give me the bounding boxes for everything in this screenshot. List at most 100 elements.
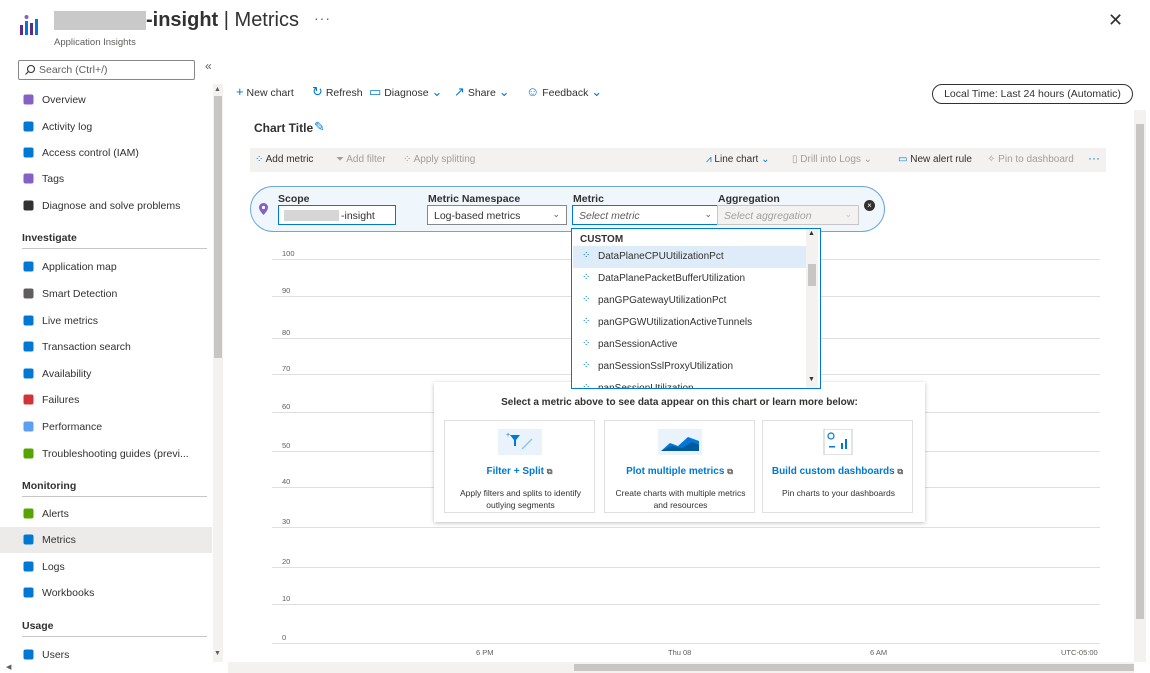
card-title[interactable]: Build custom dashboards ⧉ [763,466,912,477]
page-title: -insight | Metrics [146,9,299,31]
custom-metric-icon: ⁘ [582,360,591,371]
filter-split-card[interactable]: + Filter + Split ⧉ Apply filters and spl… [444,420,595,513]
card-title[interactable]: Plot multiple metrics ⧉ [605,466,754,477]
y-axis-tick-label: 100 [282,249,295,258]
share-label: Share [467,87,496,99]
sidebar-item-users[interactable]: Users [0,642,212,668]
sidebar-item-transaction-search[interactable]: Transaction search [0,334,212,360]
sidebar-item-performance[interactable]: Performance [0,414,212,440]
sidebar-item-application-map[interactable]: Application map [0,254,212,280]
add-metric-label: Add metric [265,154,314,165]
plot-multiple-metrics-card[interactable]: Plot multiple metrics ⧉ Create charts wi… [604,420,755,513]
sidebar-item-metrics[interactable]: Metrics [0,527,212,553]
refresh-button[interactable]: ↻ Refresh [312,84,363,100]
sidebar-item-workbooks[interactable]: Workbooks [0,580,212,606]
feedback-button[interactable]: ☺ Feedback ⌄ [526,84,602,100]
metric-dropdown-field[interactable]: Select metric ⌄ [572,205,719,225]
metric-option[interactable]: ⁘ panSessionUtilization [573,378,806,389]
sidebar-item-label: Users [42,649,70,661]
section-divider [22,496,207,497]
dropdown-scrollbar[interactable] [806,229,818,388]
wrench-icon [22,199,36,213]
remove-metric-icon[interactable]: × [864,200,875,211]
y-axis-tick-label: 20 [282,557,291,566]
sidebar-item-tags[interactable]: Tags [0,166,212,192]
blade-header: -insight | Metrics ··· Application Insig… [0,0,1150,56]
drill-into-logs-button[interactable]: ▯ Drill into Logs ⌄ [792,154,872,165]
aggregation-dropdown[interactable]: Select aggregation ⌄ [717,205,859,225]
metric-option[interactable]: ⁘ DataPlanePacketBufferUtilization [573,268,806,290]
card-title[interactable]: Filter + Split ⧉ [445,466,594,477]
location-pin-icon [259,203,268,215]
share-button[interactable]: ↗ Share ⌄ [454,84,510,100]
metric-option[interactable]: ⁘ DataPlaneCPUUtilizationPct [573,246,806,268]
scroll-down-arrow-icon[interactable]: ▼ [808,376,815,383]
gridline [272,567,1100,568]
smart-detection-icon [22,287,36,301]
edit-pencil-icon[interactable]: ✎ [314,119,325,135]
scope-label: Scope [278,193,310,205]
more-options-button[interactable]: ··· [314,10,331,26]
pin-dashboard-label: Pin to dashboard [998,154,1074,165]
new-chart-button[interactable]: + New chart [236,84,294,99]
add-filter-label: Add filter [346,154,386,165]
sidebar-item-access-control-iam[interactable]: Access control (IAM) [0,140,212,166]
metric-option[interactable]: ⁘ panSessionActive [573,334,806,356]
apply-splitting-button[interactable]: ⁘ Apply splitting [403,154,475,165]
sidebar-item-failures[interactable]: Failures [0,387,212,413]
sidebar-item-logs[interactable]: Logs [0,554,212,580]
x-axis-tick-label: UTC-05:00 [1061,648,1098,657]
x-axis-tick-label: Thu 08 [668,648,692,657]
time-range-button[interactable]: Local Time: Last 24 hours (Automatic) [932,84,1133,104]
tag-icon [22,172,36,186]
close-button[interactable]: ✕ [1108,10,1123,31]
logs-icon [22,560,36,574]
metric-option[interactable]: ⁘ panSessionSslProxyUtilization [573,356,806,378]
sidebar-item-alerts[interactable]: Alerts [0,501,212,527]
add-filter-button[interactable]: ⏷ Add filter [336,154,386,165]
section-divider [22,248,207,249]
sidebar-item-troubleshooting-guides-previ[interactable]: Troubleshooting guides (previ... [0,441,212,467]
scope-field[interactable]: -insight [278,205,396,225]
menu-scrollbar-thumb[interactable] [214,96,222,358]
sidebar-item-label: Alerts [42,508,69,520]
sidebar-item-activity-log[interactable]: Activity log [0,114,212,140]
sidebar-item-diagnose-and-solve-problems[interactable]: Diagnose and solve problems [0,193,212,219]
aggregation-placeholder: Select aggregation [724,210,812,222]
scroll-up-arrow-icon[interactable]: ▲ [808,230,815,237]
scroll-up-arrow-icon[interactable]: ▲ [214,86,221,93]
sidebar-item-label: Workbooks [42,587,95,599]
sidebar-item-live-metrics[interactable]: Live metrics [0,308,212,334]
chevron-down-icon: ⌄ [704,209,712,219]
new-alert-rule-button[interactable]: ▭ New alert rule [898,154,972,165]
metric-option[interactable]: ⁘ panGPGatewayUtilizationPct [573,290,806,312]
sidebar-item-smart-detection[interactable]: Smart Detection [0,281,212,307]
metric-option-label: panSessionUtilization [598,383,694,389]
metric-option[interactable]: ⁘ panGPGWUtilizationActiveTunnels [573,312,806,334]
collapse-menu-button[interactable]: « [205,59,212,73]
add-metric-button[interactable]: ⁘ Add metric [255,154,313,165]
availability-icon [22,367,36,381]
sidebar-item-label: Availability [42,368,92,380]
sidebar-item-overview[interactable]: Overview [0,87,212,113]
x-axis-tick-label: 6 AM [870,648,888,657]
diagnose-button[interactable]: ▭ Diagnose ⌄ [369,84,442,100]
chevron-down-icon: ⌄ [591,84,603,99]
main-scrollbar-thumb[interactable] [1136,124,1144,619]
sidebar-item-label: Activity log [42,121,93,133]
namespace-dropdown[interactable]: Log-based metrics ⌄ [427,205,567,225]
menu-search-input[interactable]: Search (Ctrl+/) [18,60,195,80]
diagnose-icon: ▭ [369,84,382,99]
sidebar-item-availability[interactable]: Availability [0,361,212,387]
scroll-down-arrow-icon[interactable]: ▼ [214,650,221,657]
custom-dashboards-card[interactable]: Build custom dashboards ⧉ Pin charts to … [762,420,913,513]
horizontal-scrollbar-thumb[interactable] [574,664,1134,671]
refresh-icon: ↻ [312,84,323,99]
line-chart-button[interactable]: ⩘ Line chart ⌄ [706,154,770,165]
dropdown-scrollbar-thumb[interactable] [808,264,816,286]
chart-more-button[interactable]: ··· [1088,151,1100,165]
scroll-left-arrow-icon[interactable]: ◀ [6,663,11,671]
pin-to-dashboard-button[interactable]: ✧ Pin to dashboard [987,154,1074,165]
sidebar-item-label: Application map [42,261,117,273]
failures-icon [22,393,36,407]
